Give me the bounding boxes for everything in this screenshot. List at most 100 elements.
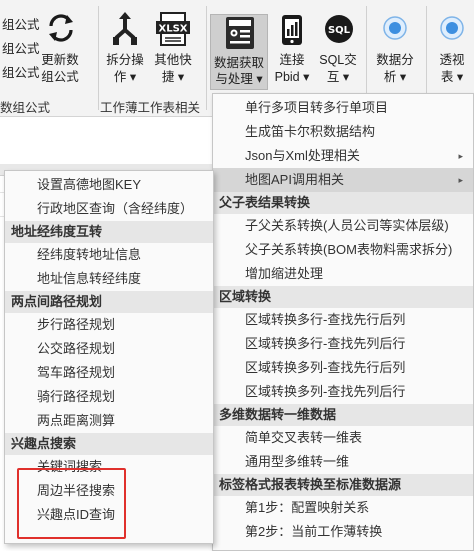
data-processing-icon: [226, 17, 254, 49]
menu-item-label: 父子关系转换(BOM表物料需求拆分): [245, 242, 453, 257]
menu-item-label: 设置高德地图KEY: [37, 177, 142, 192]
menu-item-label: 生成笛卡尔积数据结构: [245, 124, 376, 139]
main-menu-item[interactable]: 第1步：配置映射关系: [213, 496, 473, 520]
sql-interaction-button[interactable]: SQL SQL交 互 ▾: [316, 10, 360, 88]
main-menu-item[interactable]: 简单交叉表转一维表: [213, 426, 473, 450]
pivot-icon: [440, 16, 464, 40]
analysis-line1: 数据分: [376, 53, 414, 67]
main-menu-item[interactable]: 生成笛卡尔积数据结构: [213, 120, 473, 144]
main-menu-section-header: 父子表结果转换: [213, 192, 473, 214]
sql-line1: SQL交: [319, 53, 357, 67]
data-analysis-button[interactable]: 数据分 析 ▾: [370, 10, 420, 88]
menu-item-label: 地址经纬度互转: [11, 224, 103, 239]
workbook-group-label: 工作薄工作表相关: [100, 101, 201, 115]
split-line1: 拆分操: [106, 53, 144, 67]
analysis-icon: [383, 16, 407, 40]
pbid-connect-icon: [282, 15, 302, 45]
xlsx-icon: XLSX: [156, 12, 190, 46]
ribbon-separator: [206, 6, 207, 110]
array-formula-group-label: 数组公式: [0, 101, 51, 115]
highlight-box: [17, 468, 126, 539]
menu-item-label: 区域转换多列-查找先列后行: [245, 384, 406, 399]
split-operation-button[interactable]: 拆分操 作 ▾: [102, 10, 148, 88]
submenu-item[interactable]: 设置高德地图KEY: [5, 173, 213, 197]
menu-item-label: 两点间路径规划: [11, 294, 103, 309]
menu-item-label: 经纬度转地址信息: [37, 247, 142, 262]
analysis-line2: 析 ▾: [383, 70, 407, 84]
menu-item-label: 区域转换多行-查找先列后行: [245, 336, 406, 351]
update-formula-line2: 组公式: [41, 70, 79, 84]
main-menu-section-header: 标签格式报表转换至标准数据源: [213, 474, 473, 496]
main-menu-item[interactable]: 区域转换多列-查找先行后列: [213, 356, 473, 380]
sql-line2: 互 ▾: [326, 70, 350, 84]
main-menu-item[interactable]: 增加缩进处理: [213, 262, 473, 286]
menu-item-label: 骑行路径规划: [37, 389, 116, 404]
main-menu-item[interactable]: 子父关系转换(人员公司等实体层级): [213, 214, 473, 238]
update-array-formula-button[interactable]: 更新数 组公式: [36, 10, 84, 88]
menu-item-label: 第1步：配置映射关系: [245, 500, 370, 515]
main-menu-item[interactable]: 区域转换多行-查找先列后行: [213, 332, 473, 356]
menu-item-label: 区域转换多列-查找先行后列: [245, 360, 406, 375]
submenu-item[interactable]: 行政地区查询（含经纬度）: [5, 197, 213, 221]
main-menu-item[interactable]: 单行多项目转多行单项目: [213, 96, 473, 120]
menu-item-label: Json与Xml处理相关: [245, 148, 360, 163]
main-menu-item[interactable]: 第2步：当前工作薄转换: [213, 520, 473, 544]
menu-item-label: 行政地区查询（含经纬度）: [37, 201, 194, 216]
menu-item-label: 区域转换: [219, 289, 272, 304]
update-formula-line1: 更新数: [41, 53, 79, 67]
main-menu-section-header: 区域转换: [213, 286, 473, 308]
menu-item-label: 公交路径规划: [37, 341, 116, 356]
menu-item-label: 子父关系转换(人员公司等实体层级): [245, 218, 449, 233]
menu-item-label: 地址信息转经纬度: [37, 271, 142, 286]
menu-item-label: 增加缩进处理: [245, 266, 324, 281]
main-menu-item[interactable]: 区域转换多列-查找先列后行: [213, 380, 473, 404]
other-shortcuts-button[interactable]: XLSX 其他快 捷 ▾: [150, 10, 196, 88]
menu-item-label: 简单交叉表转一维表: [245, 430, 363, 445]
ribbon-left-item-2[interactable]: 组公式: [2, 42, 40, 57]
other-quick-line2: 捷 ▾: [161, 70, 185, 84]
menu-item-label: 区域转换多行-查找先行后列: [245, 312, 406, 327]
submenu-item[interactable]: 两点距离测算: [5, 409, 213, 433]
menu-item-label: 驾车路径规划: [37, 365, 116, 380]
submenu-arrow-icon: ▸: [458, 175, 463, 185]
submenu-item[interactable]: 公交路径规划: [5, 337, 213, 361]
menu-item-label: 通用型多维转一维: [245, 454, 350, 469]
pbid-line2: Pbid ▾: [274, 70, 310, 84]
submenu-section-header: 两点间路径规划: [5, 291, 213, 313]
menu-item-label: 单行多项目转多行单项目: [245, 100, 389, 115]
pivot-line2: 表 ▾: [440, 70, 464, 84]
ribbon-left-item-3[interactable]: 组公式: [2, 66, 40, 81]
menu-item-label: 步行路径规划: [37, 317, 116, 332]
submenu-section-header: 兴趣点搜索: [5, 433, 213, 455]
submenu-item[interactable]: 骑行路径规划: [5, 385, 213, 409]
main-menu-item[interactable]: 区域转换多行-查找先行后列: [213, 308, 473, 332]
submenu-item[interactable]: 地址信息转经纬度: [5, 267, 213, 291]
main-menu-submenu-item[interactable]: Json与Xml处理相关 ▸: [213, 144, 473, 168]
svg-text:SQL: SQL: [328, 25, 351, 36]
submenu-arrow-icon: ▸: [458, 151, 463, 161]
submenu-section-header: 地址经纬度互转: [5, 221, 213, 243]
data-fetch-line2: 与处理 ▾: [215, 72, 263, 86]
connect-pbid-button[interactable]: 连接 Pbid ▾: [270, 10, 314, 88]
split-line2: 作 ▾: [113, 70, 137, 84]
data-fetch-line1: 数据获取: [213, 56, 264, 70]
main-menu-item[interactable]: 父子关系转换(BOM表物料需求拆分): [213, 238, 473, 262]
data-fetch-processing-button[interactable]: 数据获取 与处理 ▾: [210, 14, 268, 90]
split-icon: [113, 12, 137, 45]
menu-item-label: 父子表结果转换: [219, 195, 311, 210]
menu-item-label: 标签格式报表转换至标准数据源: [219, 477, 402, 492]
pivot-line1: 透视: [439, 53, 465, 67]
ribbon-left-item-1[interactable]: 组公式: [2, 18, 40, 33]
menu-item-label: 第2步：当前工作薄转换: [245, 524, 383, 539]
menu-item-label: 兴趣点搜索: [11, 436, 77, 451]
submenu-item[interactable]: 步行路径规划: [5, 313, 213, 337]
data-fetch-dropdown-menu: 单行多项目转多行单项目 生成笛卡尔积数据结构 Json与Xml处理相关 ▸ 地图API调…: [212, 93, 474, 551]
submenu-item[interactable]: 驾车路径规划: [5, 361, 213, 385]
main-menu-item[interactable]: 通用型多维转一维: [213, 450, 473, 474]
submenu-item[interactable]: 经纬度转地址信息: [5, 243, 213, 267]
main-menu-submenu-item[interactable]: 地图API调用相关 ▸: [213, 168, 473, 192]
sql-icon: SQL: [325, 15, 353, 43]
menu-item-label: 多维数据转一维数据: [219, 407, 337, 422]
main-menu-section-header: 多维数据转一维数据: [213, 404, 473, 426]
pivot-table-button[interactable]: 透视 表 ▾: [430, 10, 474, 88]
